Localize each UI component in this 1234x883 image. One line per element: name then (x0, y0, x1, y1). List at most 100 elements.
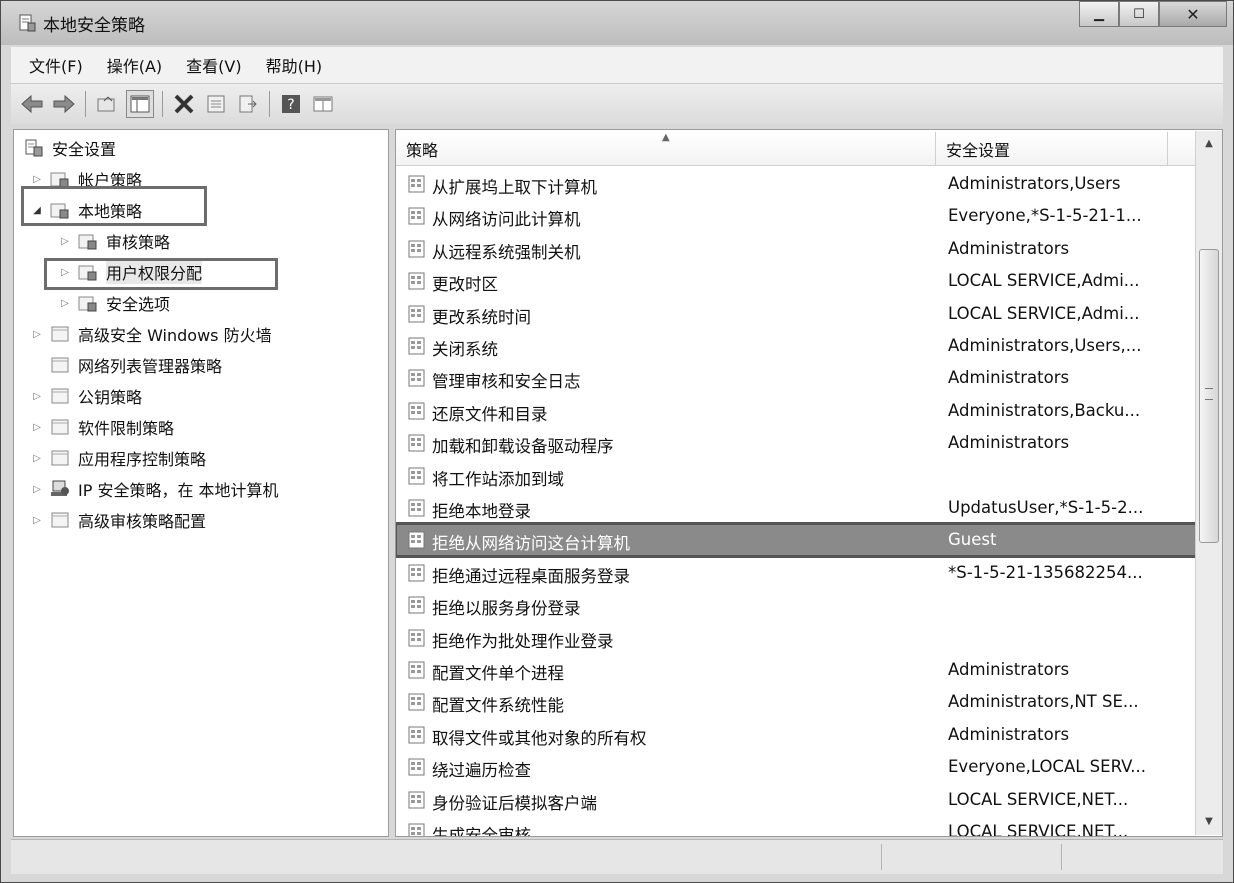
scrollbar-thumb[interactable] (1199, 249, 1219, 543)
expand-icon[interactable]: ▷ (30, 515, 44, 526)
policy-row[interactable]: 拒绝本地登录 UpdatusUser,*S-1-5-2... (396, 492, 1196, 524)
policy-name: 更改时区 (432, 275, 498, 295)
policy-row[interactable]: 关闭系统 Administrators,Users,... (396, 330, 1196, 362)
policy-icon (408, 596, 426, 614)
scroll-down-icon[interactable]: ▼ (1196, 811, 1222, 833)
menu-view[interactable]: 查看(V) (186, 53, 241, 77)
scroll-up-icon[interactable]: ▲ (1196, 133, 1222, 155)
policy-row[interactable]: 从扩展坞上取下计算机 Administrators,Users (396, 168, 1196, 200)
policy-row[interactable]: 从网络访问此计算机 Everyone,*S-1-5-21-1... (396, 200, 1196, 232)
tree-item-ip-security[interactable]: ▷ IP 安全策略，在 本地计算机 (30, 475, 279, 503)
help-button[interactable]: ? (278, 91, 304, 117)
export-list-button[interactable] (235, 91, 261, 117)
column-header-policy[interactable]: 策略 ▲ (396, 132, 936, 166)
minimize-button[interactable]: ▁ (1079, 1, 1119, 27)
close-button[interactable]: ✕ (1159, 1, 1227, 27)
menu-file[interactable]: 文件(F) (29, 53, 83, 77)
tree-item-software-restriction[interactable]: ▷ 软件限制策略 (30, 413, 174, 441)
expand-icon[interactable]: ▷ (30, 422, 44, 433)
policy-icon (408, 272, 426, 290)
policy-row[interactable]: 加载和卸载设备驱动程序 Administrators (396, 427, 1196, 459)
policy-row[interactable]: 生成安全审核 LOCAL SERVICE,NET... (396, 816, 1196, 837)
title-bar[interactable]: 本地安全策略 ▁ ☐ ✕ (1, 1, 1233, 45)
policy-name: 更改系统时间 (432, 307, 531, 327)
policy-row[interactable]: 管理审核和安全日志 Administrators (396, 362, 1196, 394)
expand-icon[interactable]: ▷ (30, 484, 44, 495)
properties-button[interactable] (203, 91, 229, 117)
tree-item-advanced-audit[interactable]: ▷ 高级审核策略配置 (30, 506, 206, 534)
tree-label: 安全设置 (52, 140, 117, 159)
menu-action[interactable]: 操作(A) (107, 53, 162, 77)
column-header-label: 安全设置 (946, 140, 1011, 160)
expand-icon[interactable]: ▷ (58, 298, 72, 309)
tree-item-security-settings[interactable]: 安全设置 (24, 134, 116, 162)
policy-name: 取得文件或其他对象的所有权 (432, 728, 647, 748)
tree-item-firewall[interactable]: ▷ 高级安全 Windows 防火墙 (30, 320, 272, 348)
policy-row[interactable]: 取得文件或其他对象的所有权 Administrators (396, 719, 1196, 751)
properties-icon (207, 95, 225, 113)
tree-item-audit-policy[interactable]: ▷ 审核策略 (58, 227, 170, 255)
policy-name: 拒绝作为批处理作业登录 (432, 631, 614, 651)
policy-setting: Administrators (948, 433, 1070, 453)
vertical-scrollbar[interactable]: ▲ ▼ (1195, 131, 1222, 835)
policy-row[interactable]: 从远程系统强制关机 Administrators (396, 233, 1196, 265)
tree-item-security-options[interactable]: ▷ 安全选项 (58, 289, 170, 317)
app-icon (19, 14, 36, 32)
policy-list: 策略 ▲ 安全设置 从扩展坞上取下计算机 Administrators,Users… (395, 129, 1223, 837)
tree-item-network-list-manager[interactable]: 网络列表管理器策略 (30, 351, 222, 379)
policy-name: 从网络访问此计算机 (432, 210, 581, 230)
policy-row[interactable]: 拒绝以服务身份登录 (396, 589, 1196, 621)
grip-icon (1205, 388, 1213, 400)
tree-item-application-control[interactable]: ▷ 应用程序控制策略 (30, 444, 206, 472)
view-icon (313, 96, 333, 112)
policy-setting: LOCAL SERVICE,NET... (948, 789, 1129, 809)
tree-label: 高级审核策略配置 (78, 512, 207, 531)
policy-name: 身份验证后模拟客户端 (432, 793, 597, 813)
sort-ascending-icon: ▲ (662, 132, 670, 143)
expand-icon[interactable]: ▷ (30, 174, 44, 185)
policy-icon (408, 693, 426, 711)
forward-button[interactable] (51, 91, 77, 117)
tree-item-public-key-policies[interactable]: ▷ 公钥策略 (30, 382, 142, 410)
policy-row[interactable]: 配置文件单个进程 Administrators (396, 654, 1196, 686)
delete-button[interactable] (171, 91, 197, 117)
folder-lock-icon (78, 234, 97, 250)
folder-icon (51, 450, 69, 466)
policy-name: 配置文件单个进程 (432, 664, 564, 683)
policy-icon (408, 434, 426, 452)
policy-icon (408, 337, 426, 355)
expand-icon[interactable]: ▷ (58, 236, 72, 247)
policy-row[interactable]: 身份验证后模拟客户端 LOCAL SERVICE,NET... (396, 784, 1196, 816)
expand-icon[interactable]: ▷ (30, 391, 44, 402)
policy-row[interactable]: 拒绝作为批处理作业登录 (396, 622, 1196, 654)
policy-name: 生成安全审核 (432, 826, 531, 837)
navigation-tree: 安全设置 ▷ 帐户策略 ◢ 本地策略 ▷ 审核策略 ▷ 用户权限分配 ▷ 安全选… (13, 129, 389, 837)
expand-icon[interactable]: ▷ (30, 329, 44, 340)
policy-row[interactable]: 绕过遍历检查 Everyone,LOCAL SERV... (396, 751, 1196, 783)
policy-setting: Administrators (948, 660, 1070, 679)
policy-row[interactable]: 拒绝通过远程桌面服务登录 *S-1-5-21-135682254... (396, 557, 1196, 589)
column-header-setting[interactable]: 安全设置 (936, 132, 1168, 166)
view-button[interactable] (310, 91, 336, 117)
back-icon (21, 94, 43, 114)
folder-icon (51, 419, 69, 435)
policy-row[interactable]: 更改时区 LOCAL SERVICE,Admi... (396, 265, 1196, 297)
policy-icon (408, 564, 426, 582)
back-button[interactable] (19, 91, 45, 117)
show-hide-tree-icon (130, 95, 150, 113)
up-folder-button[interactable] (94, 91, 120, 117)
policy-row[interactable]: 配置文件系统性能 Administrators,NT SE... (396, 686, 1196, 718)
policy-name: 配置文件系统性能 (432, 696, 564, 716)
menu-help[interactable]: 帮助(H) (266, 53, 323, 77)
folder-icon (51, 326, 69, 342)
tree-label: 高级安全 Windows 防火墙 (78, 326, 272, 345)
policy-row[interactable]: 还原文件和目录 Administrators,Backu... (396, 395, 1196, 427)
policy-row[interactable]: 更改系统时间 LOCAL SERVICE,Admi... (396, 298, 1196, 330)
policy-row[interactable]: 拒绝从网络访问这台计算机 Guest (396, 522, 1198, 559)
policy-icon (408, 175, 426, 193)
expand-icon[interactable]: ▷ (30, 453, 44, 464)
show-hide-tree-button[interactable] (126, 90, 154, 118)
policy-name: 管理审核和安全日志 (432, 372, 581, 392)
maximize-button[interactable]: ☐ (1119, 1, 1159, 27)
policy-row[interactable]: 将工作站添加到域 (396, 460, 1196, 492)
